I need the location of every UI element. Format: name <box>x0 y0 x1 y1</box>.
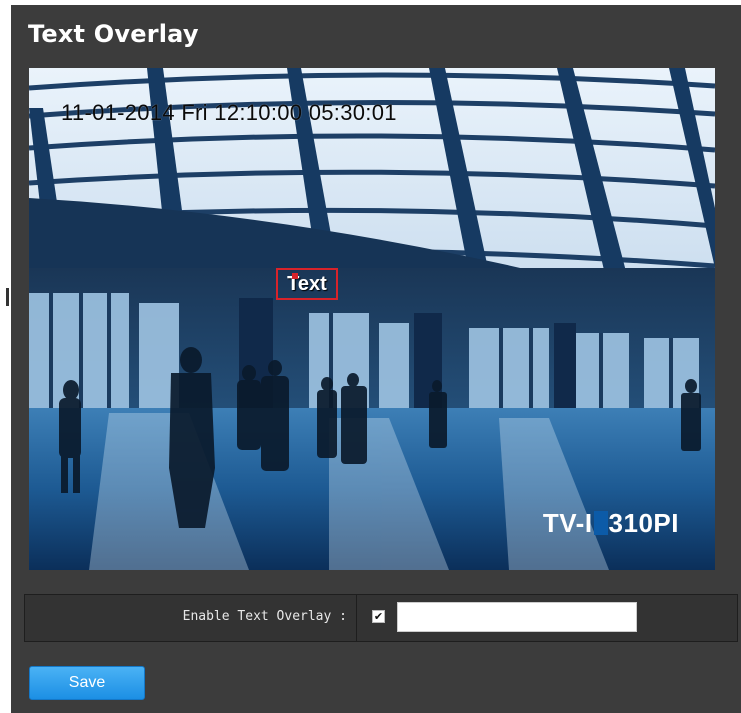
text-overlay-region[interactable]: Text <box>276 268 338 300</box>
video-timestamp: 11-01-2014 Fri 12:10:00 05:30:01 <box>61 100 397 125</box>
enable-text-overlay-label: Enable Text Overlay : <box>182 609 347 624</box>
camera-model-label: TV-I 310PI <box>543 508 679 539</box>
camera-model-prefix: TV-I <box>542 508 593 538</box>
text-cursor-icon <box>593 511 608 535</box>
overlay-anchor-marker <box>292 273 298 279</box>
video-preview: 11-01-2014 Fri 12:10:00 05:30:01 Text TV… <box>29 68 715 570</box>
edge-marker <box>6 288 9 306</box>
video-scene <box>29 68 715 570</box>
overlay-settings-row: Enable Text Overlay : ✔ <box>24 594 738 642</box>
camera-model-suffix: 310PI <box>608 508 679 538</box>
page-title: Text Overlay <box>28 20 199 48</box>
enable-text-overlay-checkbox[interactable]: ✔ <box>372 610 385 623</box>
save-button[interactable]: Save <box>29 666 145 700</box>
column-divider <box>356 595 357 641</box>
overlay-text-input[interactable] <box>397 602 637 632</box>
